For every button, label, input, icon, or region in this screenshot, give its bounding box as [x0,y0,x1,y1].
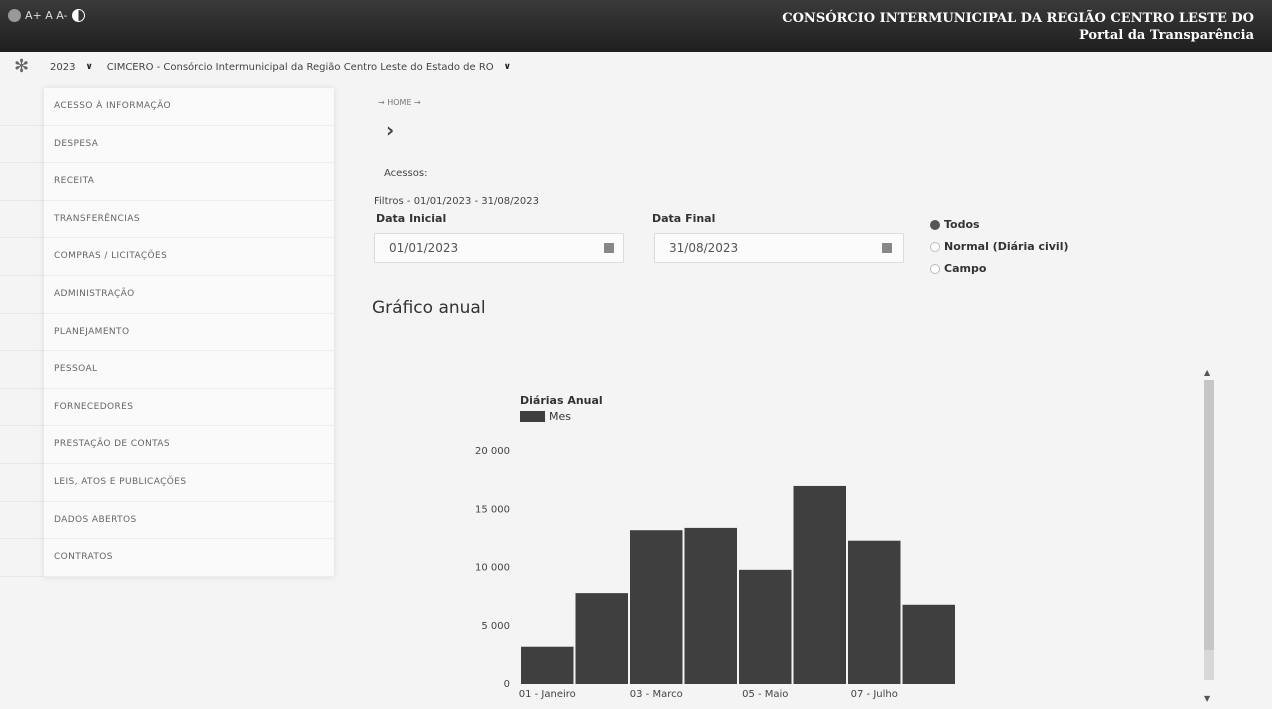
end-date-label: Data Final [652,212,716,225]
annual-chart: Diárias Anual Mes 05 000 10 000 15 000 20 0… [440,390,960,709]
start-date-input[interactable]: 01/01/2023 [374,233,624,263]
radio-campo[interactable]: Campo [930,262,986,275]
start-date-label: Data Inicial [376,212,447,225]
start-date-value: 01/01/2023 [389,241,459,255]
sidebar-item-leis-atos[interactable]: Leis, Atos e Publicações [0,464,334,502]
sidebar-item-transferencias[interactable]: Transferências [0,201,334,239]
bar-1 [521,646,574,684]
y-tick-label: 5 000 [481,621,510,632]
bar-3 [630,530,683,684]
y-tick-label: 10 000 [475,563,510,574]
calendar-icon[interactable] [604,243,614,253]
radio-label: Todos [944,218,980,231]
bar-8 [902,604,955,684]
chevron-down-icon: ∨ [85,62,93,72]
chevron-right-icon[interactable]: › [386,118,394,142]
sidebar-item-compras-licitacoes[interactable]: Compras / Licitações [0,238,334,276]
chart-heading: Gráfico anual [372,298,486,318]
chevron-down-icon: ∨ [503,62,511,72]
y-tick-label: 20 000 [475,446,510,457]
entity-select[interactable]: CIMCERO - Consórcio Intermunicipal da Re… [107,62,511,73]
scroll-thumb[interactable] [1204,380,1214,650]
scroll-up-icon[interactable]: ▲ [1204,368,1210,377]
radio-normal[interactable]: Normal (Diária civil) [930,240,1069,253]
x-tick-label: 01 - Janeiro [519,689,576,700]
acessos-label: Acessos: [384,168,428,179]
radio-indicator [930,241,940,252]
org-name: CONSÓRCIO INTERMUNICIPAL DA REGIÃO CENTR… [782,11,1254,26]
sidebar-item-fornecedores[interactable]: Fornecedores [0,389,334,427]
entity-value: CIMCERO - Consórcio Intermunicipal da Re… [106,61,494,73]
scroll-down-icon[interactable]: ▼ [1204,694,1210,703]
year-select[interactable]: 2023 ∨ [50,62,93,73]
font-size-controls[interactable]: A+ A A- [25,9,68,22]
end-date-value: 31/08/2023 [669,241,739,255]
scrollbar[interactable]: ▲ ▼ [1196,368,1220,709]
x-tick-label: 07 - Julho [851,689,898,700]
sidebar-menu: Acesso à Informação Despesa Receita Tran… [0,88,334,577]
bar-6 [793,485,846,684]
sidebar-item-contratos[interactable]: Contratos [0,539,334,577]
x-tick-label: 05 - Maio [742,689,788,700]
logo-icon: ✻ [14,56,30,77]
sidebar-item-planejamento[interactable]: Planejamento [0,314,334,352]
y-tick-label: 0 [504,679,510,690]
radio-label: Campo [944,262,987,275]
chart-svg: 0 5 000 10 000 15 000 20 000 01 - Janeiro 03 -… [475,446,955,700]
globe-icon[interactable] [8,9,21,22]
bar-5 [739,569,792,684]
breadcrumb[interactable]: → HOME → [378,98,421,107]
radio-label: Normal (Diária civil) [944,240,1069,253]
radio-todos[interactable]: Todos [930,218,980,231]
bar-2 [575,593,628,684]
end-date-input[interactable]: 31/08/2023 [654,233,904,263]
portal-name: Portal da Transparência [1078,28,1254,43]
calendar-icon[interactable] [882,243,892,253]
bar-4 [684,527,737,684]
selector-bar: ✻ 2023 ∨ CIMCERO - Consórcio Intermunici… [14,56,614,78]
sidebar-item-administracao[interactable]: Administração [0,276,334,314]
y-tick-label: 15 000 [475,504,510,515]
site-title: CONSÓRCIO INTERMUNICIPAL DA REGIÃO CENTR… [782,10,1254,44]
year-value: 2023 [50,61,76,73]
sidebar-item-prestacao-contas[interactable]: Prestação de Contas [0,426,334,464]
radio-indicator [930,219,940,230]
sidebar-item-dados-abertos[interactable]: Dados Abertos [0,502,334,540]
sidebar-item-acesso-informacao[interactable]: Acesso à Informação [0,88,334,126]
sidebar-item-receita[interactable]: Receita [0,163,334,201]
accessibility-controls: A+ A A- [8,9,85,22]
bar-7 [848,540,901,684]
sidebar-item-pessoal[interactable]: Pessoal [0,351,334,389]
filters-summary: Filtros - 01/01/2023 - 31/08/2023 [374,196,539,207]
x-tick-label: 03 - Marco [630,689,683,700]
sidebar-item-despesa[interactable]: Despesa [0,126,334,164]
top-header: A+ A A- CONSÓRCIO INTERMUNICIPAL DA REGI… [0,0,1272,52]
radio-indicator [930,263,940,274]
contrast-icon[interactable] [71,9,85,22]
